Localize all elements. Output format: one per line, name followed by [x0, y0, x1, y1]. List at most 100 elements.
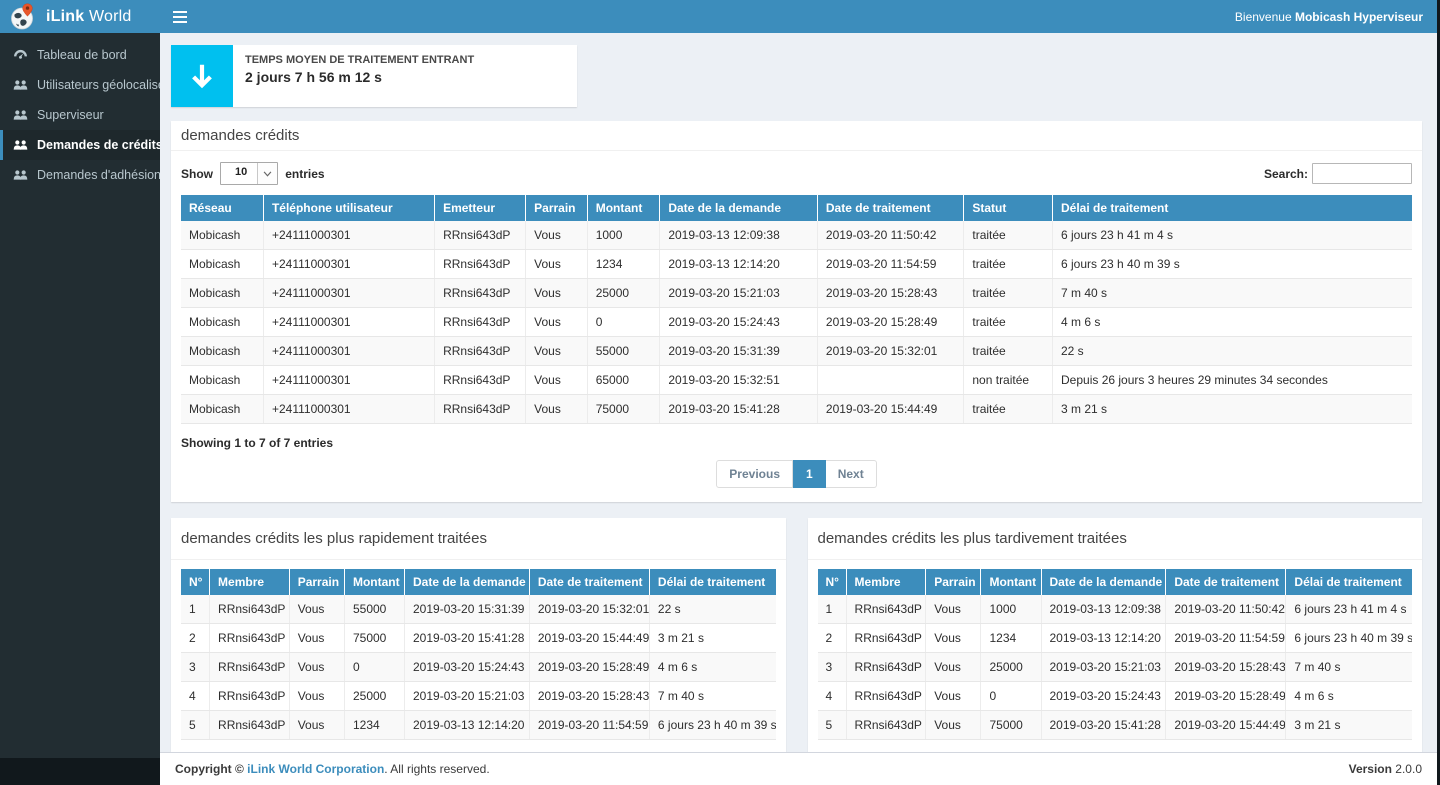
search-input[interactable]: [1312, 163, 1412, 184]
column-header[interactable]: Téléphone utilisateur: [263, 195, 434, 221]
table-cell: 2019-03-13 12:09:38: [660, 221, 818, 250]
column-header[interactable]: N°: [181, 569, 210, 595]
table-cell: RRnsi643dP: [435, 279, 526, 308]
sidebar: Tableau de bord Utilisateurs géolocalisé…: [0, 33, 160, 758]
table-cell: 1234: [587, 250, 660, 279]
table-cell: 6 jours 23 h 40 m 39 s: [1053, 250, 1413, 279]
main-content: TEMPS MOYEN DE TRAITEMENT ENTRANT 2 jour…: [160, 33, 1437, 758]
table-cell: 2019-03-13 12:14:20: [660, 250, 818, 279]
table-cell: 3 m 21 s: [1286, 711, 1412, 740]
column-header[interactable]: Réseau: [181, 195, 263, 221]
table-cell: 25000: [981, 653, 1041, 682]
page-length-select[interactable]: 10: [220, 162, 278, 185]
column-header[interactable]: Montant: [981, 569, 1041, 595]
pagination-previous[interactable]: Previous: [716, 460, 793, 488]
table-cell: RRnsi643dP: [846, 711, 926, 740]
table-cell: 2019-03-20 15:31:39: [405, 595, 530, 624]
navbar: Bienvenue Mobicash Hyperviseur: [160, 0, 1437, 33]
column-header[interactable]: Date de la demande: [660, 195, 818, 221]
table-cell: 2019-03-20 15:28:43: [817, 279, 963, 308]
table-cell: +24111000301: [263, 395, 434, 424]
table-cell: 2019-03-20 15:21:03: [1041, 653, 1166, 682]
table-header-row: N°MembreParrainMontantDate de la demande…: [181, 569, 776, 595]
column-header[interactable]: Date de traitement: [817, 195, 963, 221]
table-cell: 2019-03-20 15:44:49: [529, 624, 649, 653]
company-link[interactable]: iLink World Corporation: [247, 762, 384, 776]
table-cell: Vous: [289, 624, 344, 653]
column-header[interactable]: Date de traitement: [529, 569, 649, 595]
column-header[interactable]: N°: [818, 569, 847, 595]
table-cell: 1000: [981, 595, 1041, 624]
sidebar-item-superviseur[interactable]: Superviseur: [0, 100, 160, 130]
table-cell: 2019-03-13 12:14:20: [1041, 624, 1166, 653]
table-cell: Vous: [926, 653, 981, 682]
table-cell: 1000: [587, 221, 660, 250]
table-cell: 1: [818, 595, 847, 624]
dashboard-icon: [12, 49, 29, 61]
table-cell: traitée: [964, 279, 1053, 308]
sidebar-toggle-button[interactable]: [160, 0, 200, 33]
table-row: Mobicash+24111000301RRnsi643dPVous02019-…: [181, 308, 1412, 337]
table-cell: 2019-03-20 15:24:43: [660, 308, 818, 337]
sidebar-item-utilisateurs-geolocalises[interactable]: Utilisateurs géolocalisés: [0, 70, 160, 100]
table-cell: 2019-03-20 15:41:28: [1041, 711, 1166, 740]
table-cell: +24111000301: [263, 221, 434, 250]
table-cell: RRnsi643dP: [846, 653, 926, 682]
column-header[interactable]: Statut: [964, 195, 1053, 221]
table-cell: +24111000301: [263, 250, 434, 279]
table-cell: 4 m 6 s: [649, 653, 775, 682]
table-cell: 2: [181, 624, 210, 653]
sidebar-item-demandes-adhesion[interactable]: Demandes d'adhésion: [0, 160, 160, 190]
table-cell: 4 m 6 s: [1286, 682, 1412, 711]
users-icon: [12, 169, 29, 181]
table-cell: 7 m 40 s: [1053, 279, 1413, 308]
column-header[interactable]: Date de la demande: [1041, 569, 1166, 595]
table-cell: 2019-03-20 15:32:01: [529, 595, 649, 624]
table-cell: 6 jours 23 h 40 m 39 s: [1286, 624, 1412, 653]
sidebar-item-tableau-de-bord[interactable]: Tableau de bord: [0, 40, 160, 70]
column-header[interactable]: Délai de traitement: [1053, 195, 1413, 221]
column-header[interactable]: Membre: [846, 569, 926, 595]
table-cell: 2019-03-20 11:54:59: [529, 711, 649, 740]
column-header[interactable]: Montant: [587, 195, 660, 221]
table-cell: RRnsi643dP: [846, 624, 926, 653]
table-cell: Vous: [289, 682, 344, 711]
sidebar-item-demandes-de-credits[interactable]: Demandes de crédits: [0, 130, 160, 160]
column-header[interactable]: Emetteur: [435, 195, 526, 221]
column-header[interactable]: Parrain: [926, 569, 981, 595]
table-cell: Mobicash: [181, 250, 263, 279]
table-cell: Vous: [526, 308, 588, 337]
column-header[interactable]: Parrain: [289, 569, 344, 595]
pagination-page-1[interactable]: 1: [793, 460, 826, 488]
table-cell: 2019-03-20 15:41:28: [660, 395, 818, 424]
column-header[interactable]: Date de traitement: [1166, 569, 1286, 595]
table-cell: RRnsi643dP: [210, 653, 290, 682]
table-cell: Vous: [526, 366, 588, 395]
table-cell: Vous: [289, 595, 344, 624]
table-cell: Mobicash: [181, 337, 263, 366]
table-cell: 2019-03-20 15:28:49: [817, 308, 963, 337]
table-cell: 3: [181, 653, 210, 682]
pagination-next[interactable]: Next: [826, 460, 877, 488]
table-cell: RRnsi643dP: [846, 682, 926, 711]
table-cell: 2019-03-20 15:28:43: [1166, 653, 1286, 682]
table-cell: 1: [181, 595, 210, 624]
column-header[interactable]: Délai de traitement: [1286, 569, 1412, 595]
column-header[interactable]: Membre: [210, 569, 290, 595]
table-cell: RRnsi643dP: [435, 337, 526, 366]
table-cell: 1234: [981, 624, 1041, 653]
column-header[interactable]: Montant: [344, 569, 404, 595]
users-icon: [12, 109, 29, 121]
table-cell: 5: [181, 711, 210, 740]
column-header[interactable]: Parrain: [526, 195, 588, 221]
column-header[interactable]: Date de la demande: [405, 569, 530, 595]
table-cell: RRnsi643dP: [210, 682, 290, 711]
arrow-down-icon: [171, 45, 233, 107]
table-row: Mobicash+24111000301RRnsi643dPVous750002…: [181, 395, 1412, 424]
box-title: demandes crédits les plus tardivement tr…: [818, 530, 1413, 547]
brand-logo[interactable]: iLink World: [0, 0, 160, 33]
table-cell: +24111000301: [263, 279, 434, 308]
table-row: Mobicash+24111000301RRnsi643dPVous250002…: [181, 279, 1412, 308]
column-header[interactable]: Délai de traitement: [649, 569, 775, 595]
table-cell: +24111000301: [263, 337, 434, 366]
